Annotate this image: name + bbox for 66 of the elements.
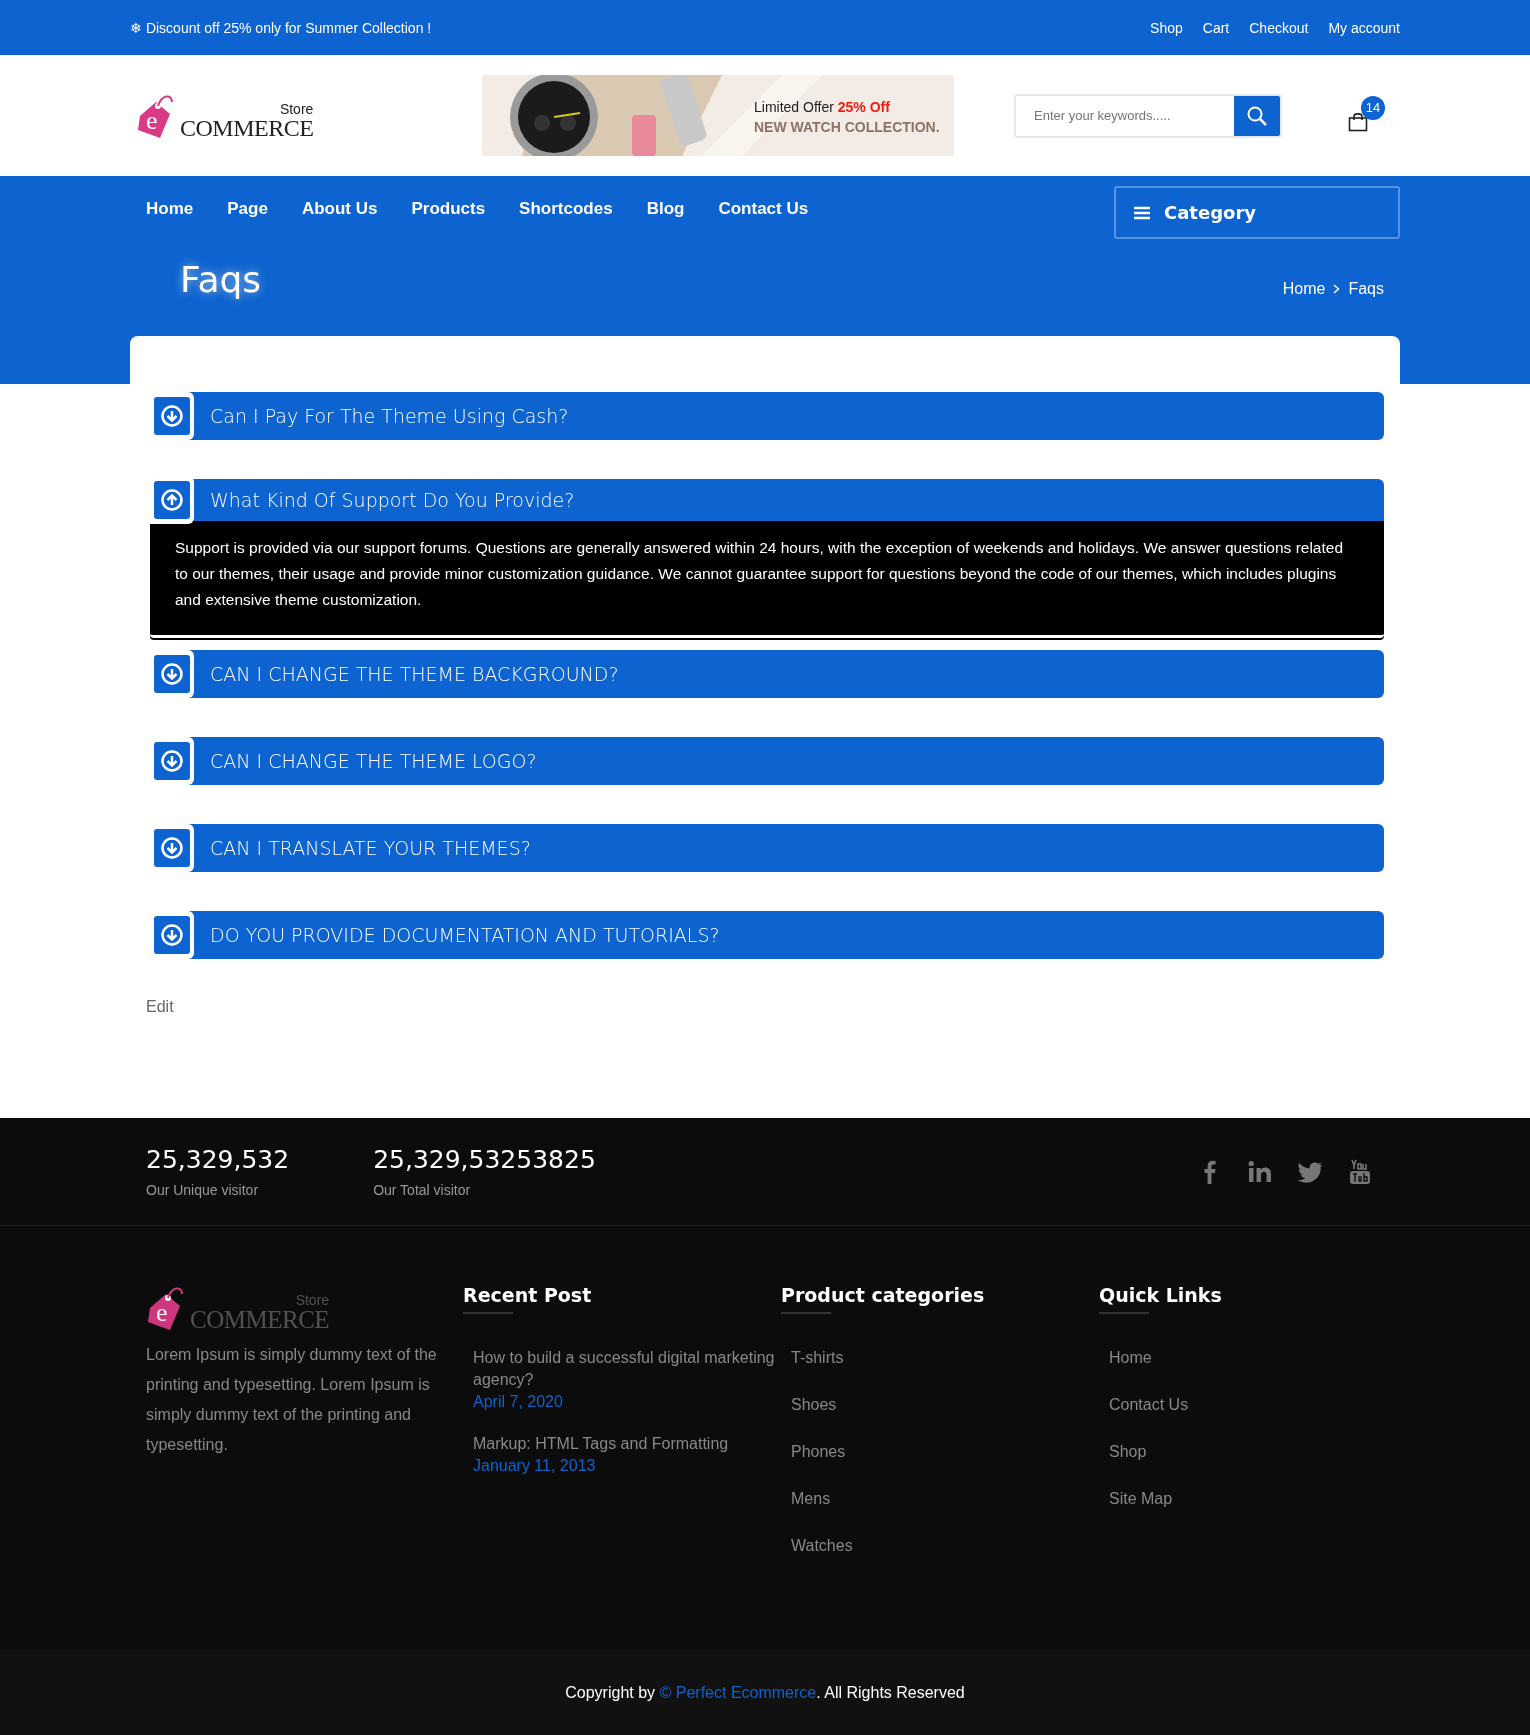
arrow-down-icon (161, 837, 183, 859)
page-title: Faqs (180, 259, 262, 300)
breadcrumb-current: Faqs (1348, 280, 1384, 298)
quick-link[interactable]: Home (1109, 1347, 1384, 1369)
faq-answer: Support is provided via our support forums. Questions are generally answered within 24 hours, with the exception of weekends and holidays. We answer questions related to our themes, their usage and provide minor customization guidance. We cannot guarantee support for questions beyond the code of our themes, which includes plugins and extensive theme customization. (150, 521, 1384, 638)
logo-text: COMMERCE (180, 115, 314, 140)
post-date: April 7, 2020 (473, 1392, 564, 1412)
post-title[interactable]: How to build a successful digital marketing agency? (473, 1347, 781, 1391)
arrow-up-icon (161, 489, 183, 511)
top-link[interactable]: Cart (1202, 19, 1230, 36)
about-text: Lorem Ipsum is simply dummy text of the printing and typesetting. Lorem Ipsum is simply dummy text of the printing and typesetting. (146, 1345, 438, 1455)
arrow-down-icon (161, 924, 183, 946)
search-field[interactable]: Enter your keywords..... (1014, 93, 1282, 138)
stat-label: Our Unique visitor (146, 1182, 260, 1198)
promo-text: ❄ Discount off 25% only for Summer Collection ! (130, 19, 432, 36)
chevron-icon (1333, 284, 1341, 294)
stat-label: Our Total visitor (373, 1182, 472, 1198)
logo-subtitle: Store (279, 101, 314, 116)
logo-subtitle: Store (295, 1293, 330, 1307)
category-link[interactable]: Shoes (791, 1394, 1099, 1416)
quick-link[interactable]: Contact Us (1109, 1394, 1384, 1416)
logo-text: COMMERCE (190, 1307, 330, 1332)
arrow-down-icon (161, 663, 183, 685)
footer-heading: Recent Post (463, 1284, 781, 1314)
stat-value: 25,329,532 (146, 1145, 290, 1174)
faq-question[interactable]: Can I Pay For The Theme Using Cash? (150, 392, 1384, 440)
nav-link[interactable]: Page (227, 199, 268, 219)
copyright-text: Copyright by © Perfect Ecommerce. All Rights Reserved (565, 1684, 965, 1702)
nav-link[interactable]: Contact Us (718, 199, 809, 219)
nav-link[interactable]: Home (146, 199, 194, 219)
breadcrumb-link[interactable]: Home (1282, 280, 1326, 298)
nav-link[interactable]: Products (411, 199, 486, 219)
arrow-down-icon (161, 750, 183, 772)
category-link[interactable]: Phones (791, 1441, 1099, 1463)
top-link[interactable]: Checkout (1249, 19, 1309, 36)
edit-link[interactable]: Edit (146, 998, 174, 1016)
quick-link[interactable]: Shop (1109, 1441, 1384, 1463)
category-button[interactable]: Category (1114, 186, 1400, 239)
banner-offer: Limited Offer 25% Off (754, 99, 891, 115)
post-title[interactable]: Markup: HTML Tags and Formatting (473, 1433, 781, 1455)
cart-count: 14 (1361, 95, 1385, 120)
nav-link[interactable]: Shortcodes (519, 199, 613, 219)
quick-link[interactable]: Site Map (1109, 1488, 1384, 1510)
category-link[interactable]: Watches (791, 1535, 1099, 1557)
search-icon (1246, 104, 1268, 127)
footer-heading: Product categories (781, 1284, 1099, 1314)
copyright-link[interactable]: © Perfect Ecommerce (659, 1684, 817, 1701)
top-link[interactable]: My account (1328, 19, 1400, 36)
arrow-down-icon (161, 405, 183, 427)
top-link[interactable]: Shop (1150, 19, 1183, 36)
faq-question[interactable]: What Kind Of Support Do You Provide? (150, 479, 1384, 521)
faq-question[interactable]: CAN I CHANGE THE THEME BACKGROUND? (150, 650, 1384, 698)
search-button[interactable] (1234, 95, 1280, 136)
shopping-bag-icon[interactable] (1348, 111, 1368, 132)
post-date: January 11, 2013 (473, 1456, 597, 1476)
faq-question[interactable]: CAN I CHANGE THE THEME LOGO? (150, 737, 1384, 785)
category-link[interactable]: Mens (791, 1488, 1099, 1510)
footer-heading: Quick Links (1099, 1284, 1384, 1314)
faq-question[interactable]: CAN I TRANSLATE YOUR THEMES? (150, 824, 1384, 872)
faq-question[interactable]: DO YOU PROVIDE DOCUMENTATION AND TUTORIALS? (150, 911, 1384, 959)
banner-headline: NEW WATCH COLLECTION. (754, 119, 940, 135)
category-link[interactable]: T-shirts (791, 1347, 1099, 1369)
menu-icon (1134, 205, 1150, 220)
nav-link[interactable]: Blog (646, 199, 685, 219)
nav-link[interactable]: About Us (301, 199, 378, 219)
stat-value: 25,329,53253825 (373, 1145, 596, 1174)
